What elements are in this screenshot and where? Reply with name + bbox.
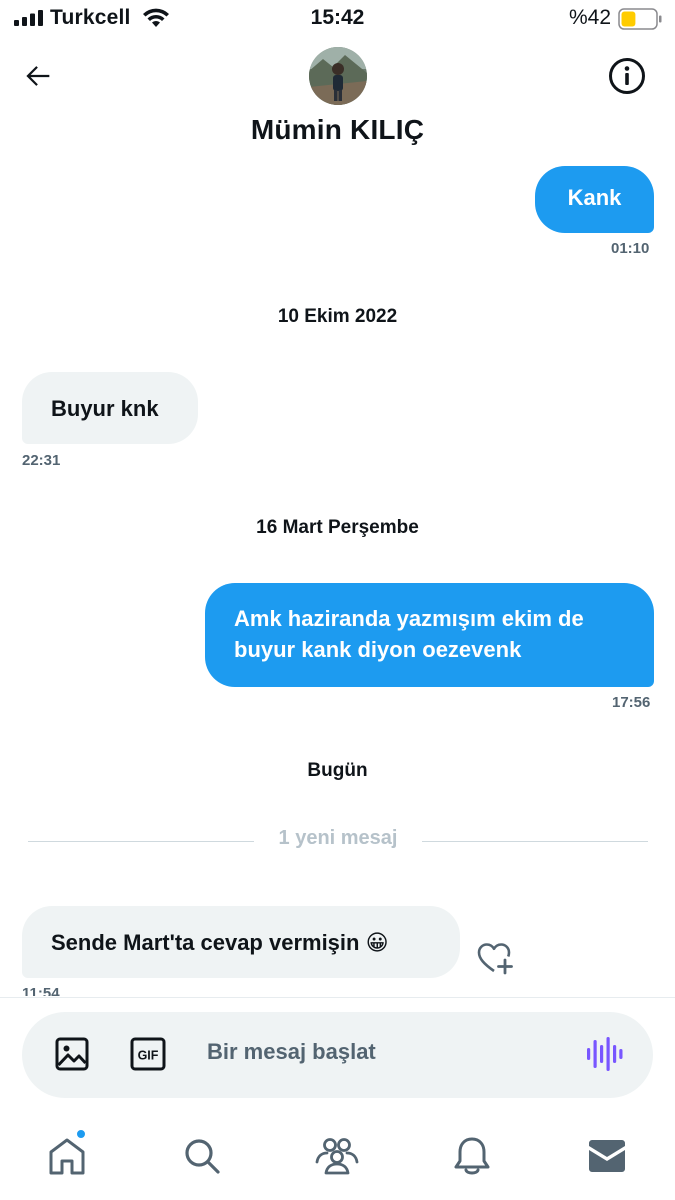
- incoming-message-bubble[interactable]: Sende Mart'ta cevap vermişin 😀: [22, 906, 460, 978]
- incoming-message-bubble[interactable]: Buyur knk: [22, 372, 198, 444]
- voice-message-button[interactable]: [585, 1036, 623, 1072]
- voice-icon: [587, 1037, 623, 1071]
- contact-name[interactable]: Mümin KILIÇ: [0, 114, 675, 146]
- messages-icon: [589, 1140, 625, 1172]
- message-input[interactable]: Bir mesaj başlat: [207, 1039, 376, 1065]
- new-messages-label: 1 yeni mesaj: [278, 827, 398, 849]
- battery-percentage: %42: [568, 6, 611, 29]
- nav-messages[interactable]: [585, 1134, 629, 1178]
- communities-icon: [315, 1138, 359, 1175]
- add-image-button[interactable]: [54, 1036, 90, 1072]
- message-timestamp: 17:56: [612, 694, 651, 711]
- svg-text:GIF: GIF: [138, 1049, 159, 1063]
- message-text: Kank: [567, 185, 622, 210]
- add-reaction-button[interactable]: [476, 940, 516, 976]
- battery-icon: [618, 8, 662, 30]
- gif-icon: GIF: [130, 1037, 166, 1071]
- image-icon: [55, 1037, 89, 1071]
- info-button[interactable]: [607, 56, 647, 96]
- add-gif-button[interactable]: GIF: [130, 1037, 166, 1071]
- message-text: Buyur knk: [51, 396, 159, 421]
- info-icon: [609, 58, 645, 94]
- divider-line: [422, 841, 648, 842]
- message-text: Sende Mart'ta cevap vermişin 😀: [51, 930, 389, 955]
- message-composer[interactable]: GIF Bir mesaj başlat: [22, 1012, 653, 1098]
- nav-search[interactable]: [180, 1134, 224, 1178]
- nav-communities[interactable]: [315, 1134, 359, 1178]
- heart-plus-icon: [477, 943, 513, 975]
- outgoing-message-bubble[interactable]: Kank: [535, 166, 654, 233]
- new-messages-divider: 1 yeni mesaj: [28, 826, 648, 856]
- composer-divider: [0, 997, 675, 998]
- home-notification-dot: [75, 1128, 87, 1140]
- date-separator: Bugün: [307, 760, 368, 781]
- nav-home[interactable]: [45, 1134, 89, 1178]
- arrow-left-icon: [26, 66, 50, 86]
- nav-notifications[interactable]: [450, 1134, 494, 1178]
- message-timestamp: 22:31: [22, 452, 61, 469]
- back-button[interactable]: [18, 56, 58, 96]
- contact-avatar[interactable]: [309, 47, 367, 105]
- message-timestamp: 11:54: [22, 985, 60, 996]
- date-separator: 16 Mart Perşembe: [256, 517, 419, 538]
- bottom-navigation: [0, 1112, 675, 1200]
- avatar-photo: [309, 47, 367, 105]
- notifications-icon: [454, 1137, 490, 1175]
- search-icon: [185, 1139, 220, 1174]
- status-bar: Turkcell 15:42 %42: [0, 0, 675, 40]
- message-timestamp: 01:10: [611, 240, 650, 257]
- message-text-line: buyur kank diyon oezevenk: [234, 637, 522, 662]
- date-separator: 10 Ekim 2022: [277, 306, 398, 327]
- message-text-line: Amk haziranda yazmışım ekim de: [234, 606, 584, 631]
- outgoing-message-bubble[interactable]: Amk haziranda yazmışım ekim de buyur kan…: [205, 583, 654, 687]
- home-icon: [49, 1138, 85, 1175]
